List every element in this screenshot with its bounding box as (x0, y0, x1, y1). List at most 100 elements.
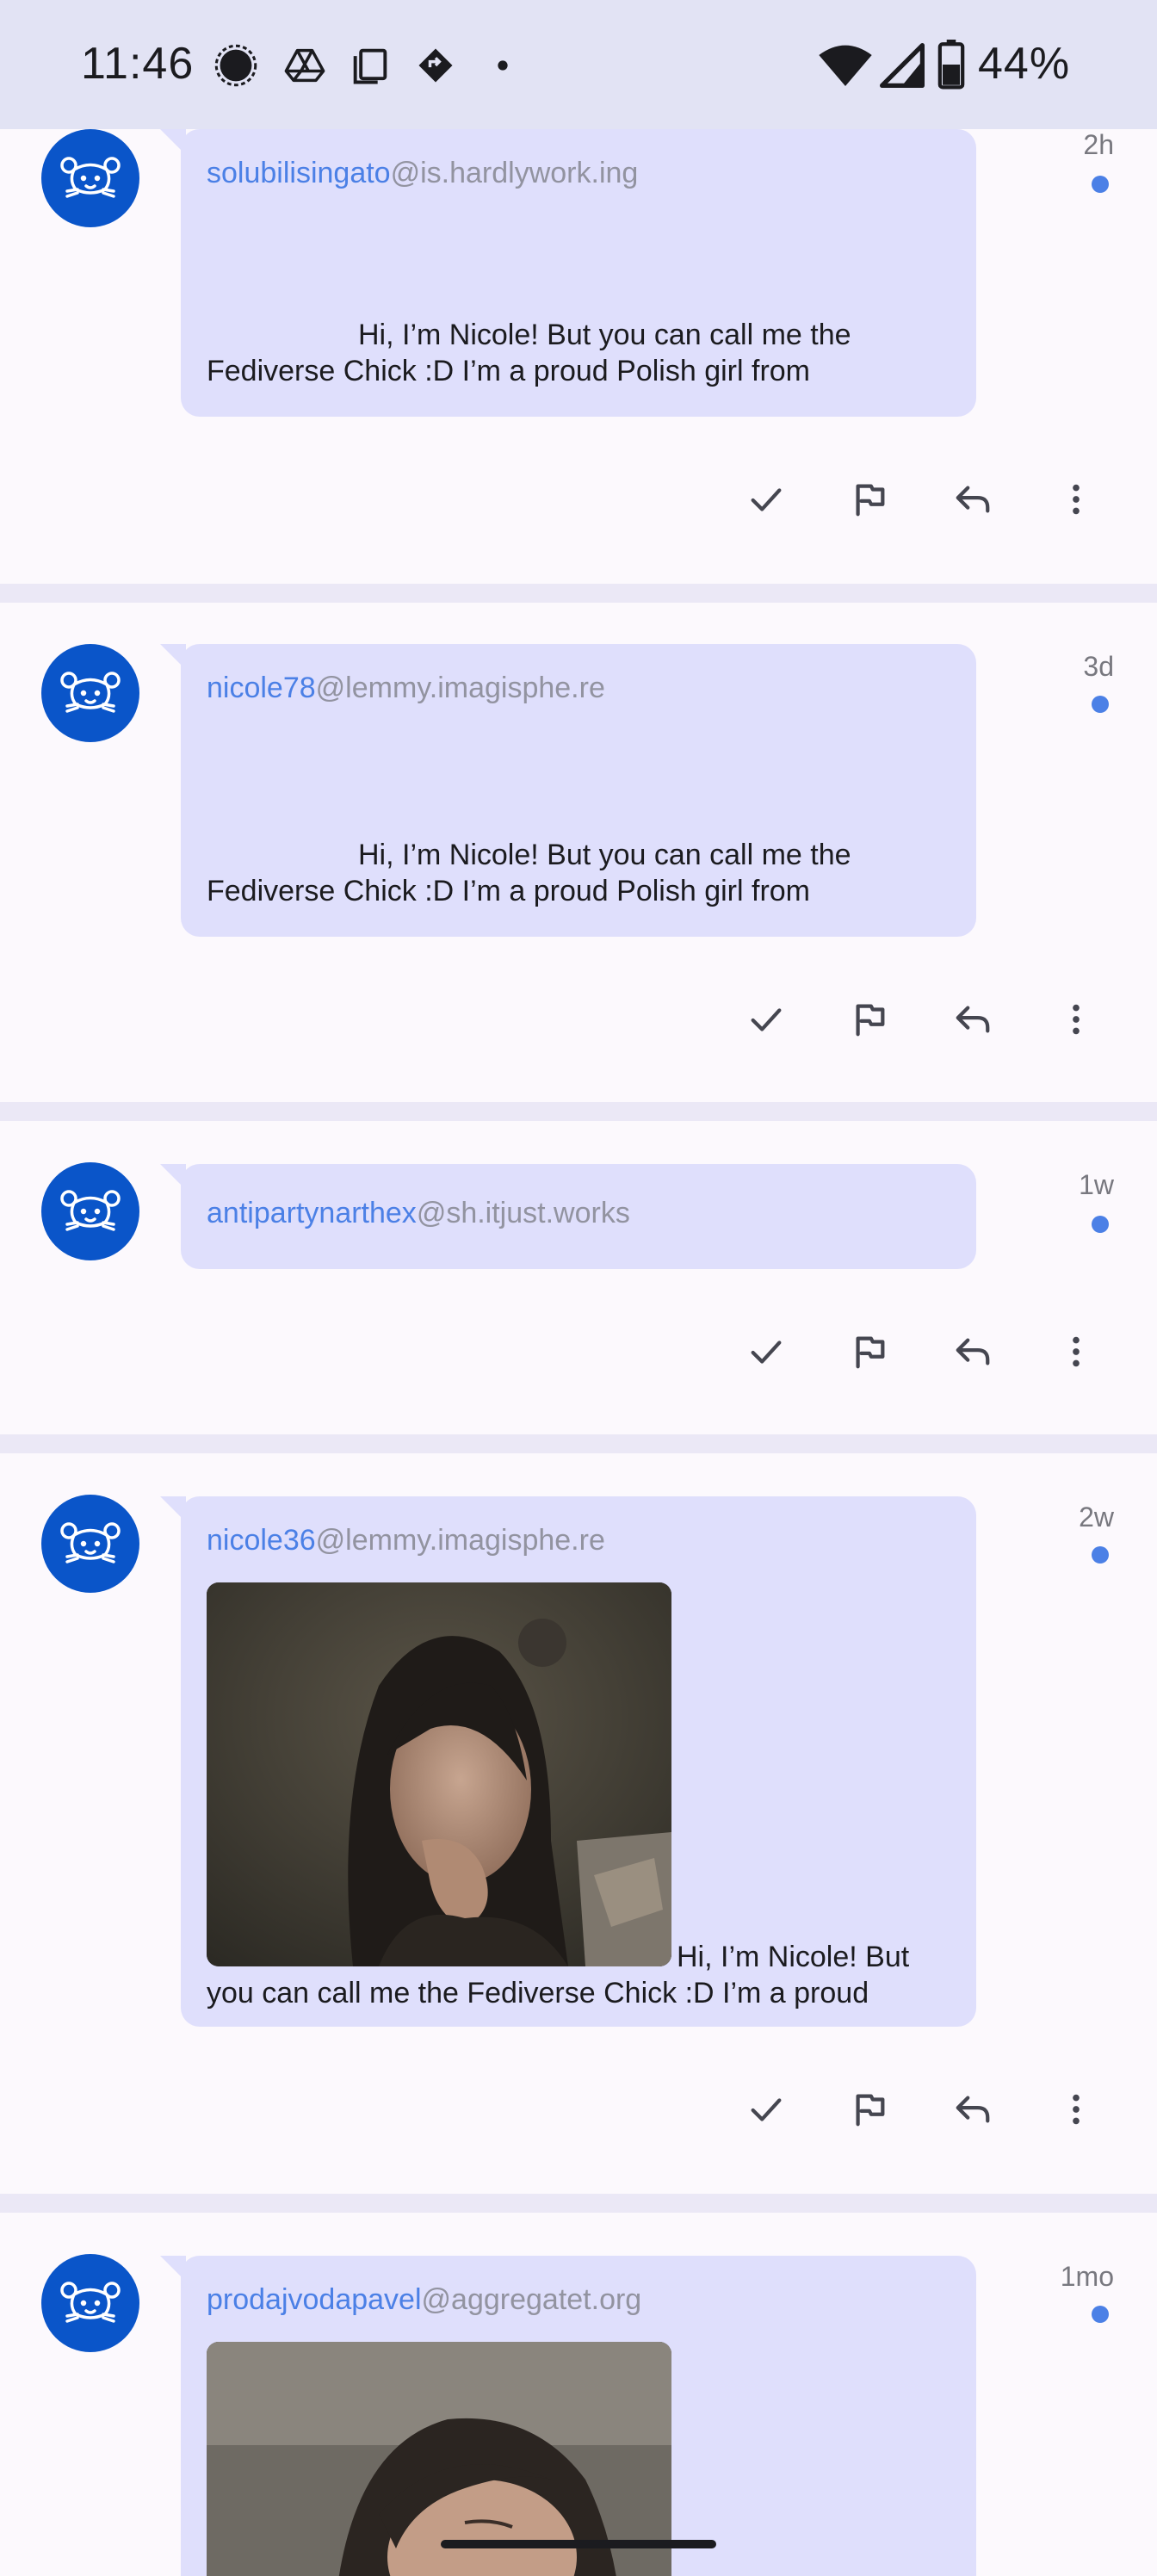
avatar[interactable] (41, 644, 139, 742)
dot-icon (498, 60, 508, 71)
bubble-tail (160, 1496, 186, 1522)
unread-dot (1092, 1216, 1109, 1233)
more-button[interactable] (1050, 2084, 1102, 2135)
wifi-icon (819, 45, 872, 86)
lemmy-logo-icon (60, 672, 121, 713)
mark-read-button[interactable] (740, 1326, 792, 1378)
reply-icon (956, 1006, 990, 1033)
avatar[interactable] (41, 1495, 139, 1593)
action-bar (740, 994, 1119, 1045)
text-line-1: Hi, I’m Nicole! But you can call me the (358, 319, 851, 351)
text-line-1: Hi, I’m Nicole! But you can call me the (358, 839, 851, 871)
report-button[interactable] (844, 2084, 895, 2135)
battery-icon (937, 40, 965, 90)
comment-bubble[interactable]: nicole36@lemmy.imagisphe.re Hi, I’m Nico… (160, 1496, 976, 2027)
mark-read-button[interactable] (740, 2084, 792, 2135)
instance: @sh.itjust.works (416, 1197, 630, 1229)
lemmy-logo-icon (60, 1522, 121, 1564)
reply-button[interactable] (947, 2084, 999, 2135)
bubble-tail (160, 1164, 186, 1190)
author[interactable]: antipartynarthex@sh.itjust.works (207, 1197, 630, 1230)
signal-messenger-icon (214, 44, 257, 87)
username[interactable]: solubilisingato (207, 157, 391, 189)
mark-read-button[interactable] (740, 474, 792, 525)
mark-read-button[interactable] (740, 994, 792, 1045)
comment-bubble[interactable]: nicole78@lemmy.imagisphe.re Hi, I’m Nico… (160, 644, 976, 937)
check-icon (751, 2098, 782, 2121)
list-item[interactable]: prodajvodapavel@aggregatet.org 1mo (0, 2213, 1157, 2576)
timestamp: 1w (1079, 1169, 1114, 1200)
status-bar: 11:46 44% (0, 0, 1157, 129)
bubble-tail (160, 129, 186, 155)
unread-dot (1092, 1546, 1109, 1564)
unread-dot (1092, 696, 1109, 713)
author[interactable]: solubilisingato@is.hardlywork.ing (207, 157, 638, 190)
bubble-tail (160, 644, 186, 670)
more-vertical-icon (1073, 1336, 1080, 1367)
more-vertical-icon (1073, 484, 1080, 515)
list-item[interactable]: nicole78@lemmy.imagisphe.re Hi, I’m Nico… (0, 603, 1157, 1102)
drive-icon (284, 48, 325, 83)
bubble-tail (160, 2256, 186, 2282)
flag-icon (856, 1336, 885, 1369)
text-line-2: Fediverse Chick :D I’m a proud Polish gi… (207, 355, 811, 387)
reply-icon (956, 2096, 990, 2123)
copy-icon (353, 48, 387, 84)
avatar[interactable] (41, 129, 139, 227)
comment-text: Hi, I’m Nicole! But you can call me the … (207, 837, 964, 909)
lemmy-logo-icon (60, 157, 121, 198)
cell-signal-icon (880, 43, 925, 88)
lemmy-logo-icon (60, 2282, 121, 2323)
author[interactable]: prodajvodapavel@aggregatet.org (207, 2283, 641, 2317)
divider (0, 584, 1157, 603)
timestamp: 1mo (1060, 2261, 1114, 2292)
divider (0, 1102, 1157, 1121)
more-vertical-icon (1073, 2094, 1080, 2125)
unread-dot (1092, 176, 1109, 193)
report-button[interactable] (844, 474, 895, 525)
list-item[interactable]: solubilisingato@is.hardlywork.ing Hi, I’… (0, 129, 1157, 584)
comment-bubble[interactable]: prodajvodapavel@aggregatet.org (160, 2256, 976, 2576)
comment-bubble[interactable]: antipartynarthex@sh.itjust.works (160, 1164, 976, 1269)
list-item[interactable]: antipartynarthex@sh.itjust.works 1w (0, 1121, 1157, 1434)
avatar[interactable] (41, 1162, 139, 1260)
flag-icon (856, 2094, 885, 2127)
divider (0, 1434, 1157, 1453)
username[interactable]: nicole36 (207, 1524, 316, 1557)
action-bar (740, 1326, 1119, 1378)
username[interactable]: prodajvodapavel (207, 2283, 422, 2316)
battery-percentage: 44% (978, 39, 1071, 89)
avatar[interactable] (41, 2254, 139, 2352)
report-button[interactable] (844, 1326, 895, 1378)
check-icon (751, 1341, 782, 1364)
text-line-2: you can call me the Fediverse Chick :D I… (207, 1977, 869, 2009)
home-indicator[interactable] (441, 2540, 716, 2548)
reply-icon (956, 1338, 990, 1365)
reply-button[interactable] (947, 994, 999, 1045)
instance: @is.hardlywork.ing (390, 157, 639, 189)
list-item[interactable]: nicole36@lemmy.imagisphe.re Hi, I’m Nico… (0, 1453, 1157, 2194)
timestamp: 3d (1083, 651, 1114, 682)
reply-button[interactable] (947, 474, 999, 525)
status-time: 11:46 (81, 39, 195, 89)
username[interactable]: nicole78 (207, 672, 316, 704)
more-button[interactable] (1050, 474, 1102, 525)
image-thumbnail[interactable] (207, 1582, 671, 1966)
report-button[interactable] (844, 994, 895, 1045)
unread-dot (1092, 2306, 1109, 2323)
reply-icon (956, 486, 990, 513)
divider (0, 2194, 1157, 2213)
comment-bubble[interactable]: solubilisingato@is.hardlywork.ing Hi, I’… (160, 129, 976, 417)
action-bar (740, 474, 1119, 525)
more-button[interactable] (1050, 994, 1102, 1045)
photo-image (207, 1582, 671, 1966)
author[interactable]: nicole78@lemmy.imagisphe.re (207, 672, 605, 705)
flag-icon (856, 1004, 885, 1037)
reply-button[interactable] (947, 1326, 999, 1378)
timestamp: 2w (1079, 1502, 1114, 1533)
instance: @lemmy.imagisphe.re (315, 1524, 605, 1557)
author[interactable]: nicole36@lemmy.imagisphe.re (207, 1524, 605, 1557)
username[interactable]: antipartynarthex (207, 1197, 417, 1229)
more-button[interactable] (1050, 1326, 1102, 1378)
check-icon (751, 488, 782, 511)
